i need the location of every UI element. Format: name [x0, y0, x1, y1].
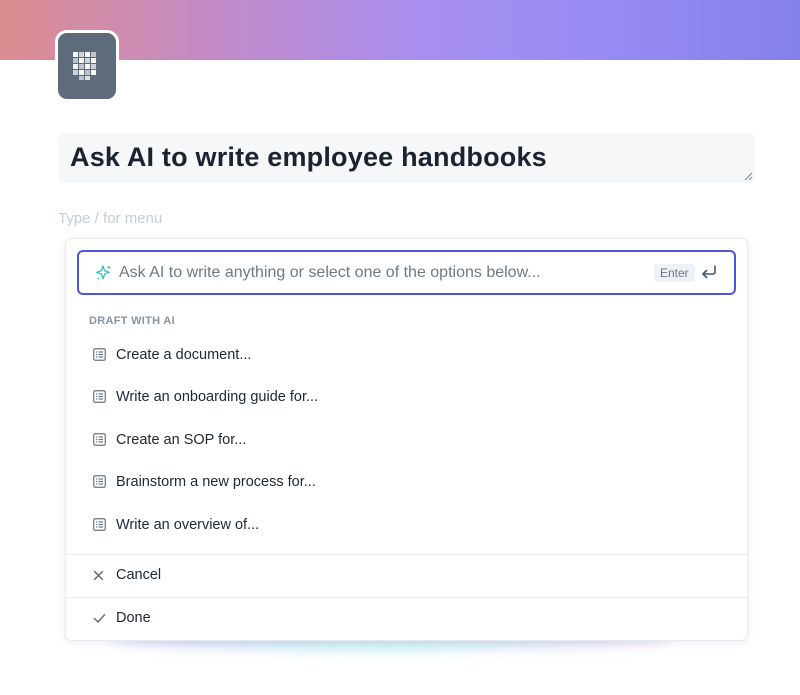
option-onboarding-guide[interactable]: Write an onboarding guide for...	[66, 377, 747, 417]
option-label: Brainstorm a new process for...	[116, 474, 316, 490]
done-label: Done	[116, 610, 151, 626]
ai-input-container[interactable]: Enter	[77, 250, 736, 295]
enter-key-badge: Enter	[654, 264, 695, 282]
option-write-overview[interactable]: Write an overview of...	[66, 505, 747, 545]
option-brainstorm-process[interactable]: Brainstorm a new process for...	[66, 462, 747, 502]
enter-return-icon[interactable]	[700, 264, 718, 280]
header-banner	[0, 0, 800, 60]
grid-logo-icon	[73, 52, 96, 80]
close-icon	[93, 570, 104, 581]
document-list-icon	[93, 390, 106, 403]
option-label: Create a document...	[116, 347, 252, 363]
ai-prompt-input[interactable]	[119, 262, 639, 284]
cancel-label: Cancel	[116, 567, 162, 583]
option-create-document[interactable]: Create a document...	[66, 335, 747, 375]
document-list-icon	[93, 433, 106, 446]
document-list-icon	[93, 348, 106, 361]
option-label: Write an onboarding guide for...	[116, 389, 319, 405]
sparkle-icon	[95, 265, 112, 280]
menu-hint: Type / for menu	[58, 210, 163, 227]
option-label: Create an SOP for...	[116, 432, 247, 448]
title-field[interactable]: Ask AI to write employee handbooks	[58, 133, 755, 183]
cancel-button[interactable]: Cancel	[66, 555, 747, 597]
page-title[interactable]: Ask AI to write employee handbooks	[70, 142, 547, 173]
option-create-sop[interactable]: Create an SOP for...	[66, 420, 747, 460]
workspace-logo[interactable]	[55, 30, 119, 102]
done-button[interactable]: Done	[66, 598, 747, 640]
document-list-icon	[93, 475, 106, 488]
draft-with-ai-heading: DRAFT WITH AI	[89, 315, 175, 327]
ai-prompt-panel: Enter DRAFT WITH AI Create a document...	[65, 238, 748, 641]
option-label: Write an overview of...	[116, 517, 260, 533]
document-list-icon	[93, 518, 106, 531]
resize-handle-icon[interactable]	[744, 172, 753, 181]
check-icon	[93, 614, 106, 623]
